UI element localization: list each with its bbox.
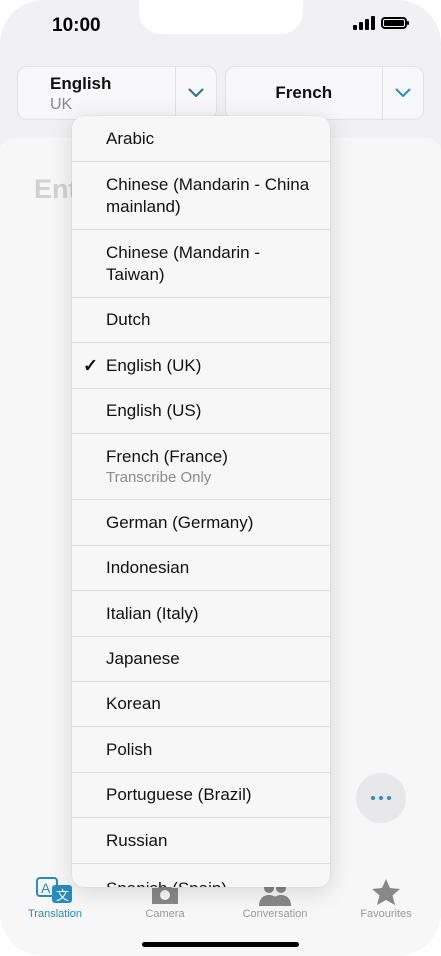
- status-icons: [353, 16, 409, 30]
- menu-item-french-france[interactable]: French (France) Transcribe Only: [72, 434, 330, 500]
- star-icon: [372, 879, 400, 905]
- more-options-button[interactable]: [356, 773, 406, 823]
- language-selector: English UK French: [17, 66, 424, 120]
- chevron-down-icon: [395, 88, 411, 97]
- notch: [139, 0, 303, 34]
- menu-item-label: Korean: [106, 694, 161, 713]
- text-input-placeholder[interactable]: Ent: [34, 174, 78, 205]
- svg-text:A: A: [41, 880, 51, 896]
- menu-item-italian-italy[interactable]: Italian (Italy): [72, 591, 330, 637]
- dot: [371, 796, 375, 800]
- menu-item-indonesian[interactable]: Indonesian: [72, 546, 330, 591]
- tab-label: Favourites: [360, 908, 412, 920]
- translate-icon: A 文: [36, 877, 72, 904]
- target-language-dropdown-button[interactable]: [382, 67, 423, 119]
- language-dropdown-menu: Arabic Chinese (Mandarin - China mainlan…: [72, 116, 330, 887]
- menu-item-sublabel: Transcribe Only: [106, 469, 212, 486]
- source-language-picker[interactable]: English UK: [17, 66, 217, 120]
- tab-label: Translation: [27, 908, 82, 920]
- target-language-name: French: [275, 83, 333, 102]
- checkmark-icon: ✓: [83, 355, 99, 375]
- menu-item-label: Russian: [106, 830, 168, 850]
- menu-item-korean[interactable]: Korean: [72, 682, 330, 727]
- menu-item-label: Spanish (Spain): [106, 878, 310, 887]
- menu-item-japanese[interactable]: Japanese: [72, 637, 330, 682]
- menu-item-chinese-mandarin-taiwan[interactable]: Chinese (Mandarin - Taiwan): [72, 230, 330, 298]
- phone-screen: 10:00 English UK French Ent A 文 Translat…: [0, 0, 441, 956]
- dot: [387, 796, 391, 800]
- menu-item-label: English (UK): [106, 355, 202, 375]
- tab-label: Camera: [145, 908, 185, 920]
- target-language-picker[interactable]: French: [224, 66, 424, 120]
- menu-item-german-germany[interactable]: German (Germany): [72, 500, 330, 546]
- menu-item-label: Italian (Italy): [106, 603, 199, 623]
- battery-icon: [381, 17, 409, 29]
- menu-item-label: Chinese (Mandarin - China mainland): [106, 174, 310, 216]
- menu-item-english-uk[interactable]: ✓ English (UK): [72, 343, 330, 389]
- menu-item-label: Japanese: [106, 649, 180, 668]
- menu-item-label: Portuguese (Brazil): [106, 785, 252, 804]
- menu-item-portuguese-brazil[interactable]: Portuguese (Brazil): [72, 773, 330, 818]
- tab-favourites[interactable]: Favourites: [336, 872, 436, 920]
- home-indicator: [142, 942, 299, 947]
- menu-item-dutch[interactable]: Dutch: [72, 298, 330, 343]
- menu-item-label: Dutch: [106, 310, 151, 329]
- source-language[interactable]: English UK: [18, 67, 175, 119]
- menu-item-label: English (US): [106, 401, 202, 420]
- source-language-region: UK: [50, 96, 73, 113]
- menu-item-label: Chinese (Mandarin - Taiwan): [106, 242, 261, 284]
- chevron-down-icon: [188, 88, 203, 97]
- source-language-dropdown-button[interactable]: [174, 67, 216, 119]
- menu-item-label: German (Germany): [106, 512, 254, 532]
- menu-item-spanish-spain[interactable]: Spanish (Spain): [72, 864, 330, 887]
- menu-item-chinese-mandarin-china-mainland[interactable]: Chinese (Mandarin - China mainland): [72, 162, 330, 230]
- status-time: 10:00: [52, 15, 101, 36]
- source-language-name: English: [50, 74, 112, 93]
- menu-item-polish[interactable]: Polish: [72, 727, 330, 773]
- menu-item-label: Arabic: [106, 128, 155, 148]
- signal-icon: [353, 16, 375, 30]
- target-language[interactable]: French: [226, 67, 383, 119]
- menu-item-arabic[interactable]: Arabic: [72, 116, 330, 162]
- menu-item-label: Indonesian: [106, 558, 190, 577]
- menu-item-russian[interactable]: Russian: [72, 818, 330, 864]
- menu-item-label: French (France): [106, 447, 228, 466]
- svg-text:文: 文: [56, 889, 69, 904]
- menu-item-label: Polish: [106, 739, 153, 759]
- tab-label: Conversation: [242, 908, 308, 920]
- menu-item-english-us[interactable]: English (US): [72, 389, 330, 434]
- dot: [379, 796, 383, 800]
